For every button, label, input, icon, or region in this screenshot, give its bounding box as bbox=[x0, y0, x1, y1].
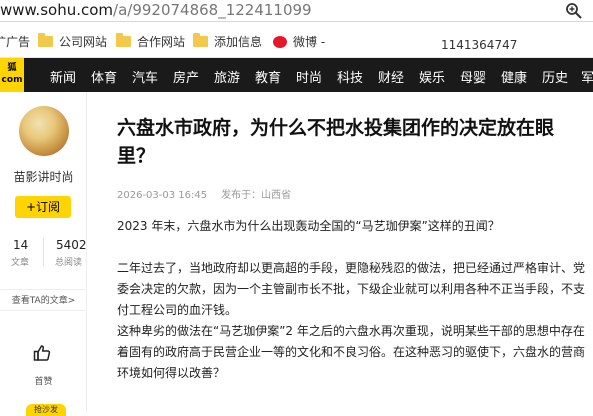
logo-text: 狐 com bbox=[1, 63, 23, 85]
nav-item-health[interactable]: 健康 bbox=[501, 67, 527, 86]
nav-item-tech[interactable]: 科技 bbox=[337, 67, 363, 86]
nav-item-baby[interactable]: 母婴 bbox=[460, 67, 486, 86]
comment-badge[interactable]: 抢沙发 bbox=[26, 404, 66, 416]
bookmark-item[interactable]: 扩广告 bbox=[0, 33, 30, 50]
publish-location: 发布于：山西省 bbox=[221, 190, 292, 201]
folder-icon bbox=[38, 33, 53, 47]
article-paragraph: 二年过去了，当地政府却以更高超的手段，更隐秘残忍的做法，把已经通过严格审计、党委… bbox=[117, 261, 586, 317]
nav-item-history[interactable]: 历史 bbox=[542, 67, 568, 86]
stat-divider bbox=[43, 238, 44, 266]
address-bar[interactable]: www.sohu.com/a/992074868_122411099 bbox=[0, 0, 593, 22]
author-avatar[interactable] bbox=[19, 106, 69, 156]
bookmark-number: 1141364747 bbox=[441, 38, 518, 52]
nav-item-news[interactable]: 新闻 bbox=[50, 67, 76, 86]
url-host: www.sohu.com bbox=[0, 1, 114, 19]
nav-item-fashion[interactable]: 时尚 bbox=[296, 67, 322, 86]
bookmark-label: 微博 - bbox=[293, 35, 326, 49]
bookmark-folder-company[interactable]: 公司网站 bbox=[38, 33, 107, 50]
nav-item-travel[interactable]: 旅游 bbox=[214, 67, 240, 86]
article-paragraph: 2023 年末，六盘水市为什么出现轰动全国的“马艺珈伊案”这样的丑闻？ bbox=[117, 219, 500, 233]
reads-count: 5402 bbox=[56, 238, 87, 252]
nav-item-education[interactable]: 教育 bbox=[255, 67, 281, 86]
author-panel: 苗影讲时尚 +订阅 14 文章 5402 总阅读 查看TA的文章> 首赞 抢沙发 bbox=[0, 92, 87, 416]
nav-item-house[interactable]: 房产 bbox=[173, 67, 199, 86]
folder-icon bbox=[193, 33, 208, 47]
bookmark-label: 合作网站 bbox=[137, 35, 186, 49]
nav-item-entertainment[interactable]: 娱乐 bbox=[419, 67, 445, 86]
url-path: /a/992074868_122411099 bbox=[113, 1, 312, 19]
folder-icon bbox=[116, 33, 131, 47]
channel-nav: 狐 com 新闻 体育 汽车 房产 旅游 教育 时尚 科技 财经 娱乐 母婴 健… bbox=[0, 58, 593, 92]
nav-item-sports[interactable]: 体育 bbox=[91, 67, 117, 86]
bookmark-label: 扩广告 bbox=[0, 35, 31, 49]
article-meta: 2026-03-03 16:45 发布于：山西省 bbox=[117, 186, 291, 201]
bookmark-label: 添加信息 bbox=[214, 35, 263, 49]
author-name[interactable]: 苗影讲时尚 bbox=[0, 168, 87, 185]
nav-item-auto[interactable]: 汽车 bbox=[132, 67, 158, 86]
publish-date: 2026-03-03 16:45 bbox=[117, 190, 208, 201]
reads-label: 总阅读 bbox=[55, 258, 83, 268]
bookmark-label: 公司网站 bbox=[59, 35, 108, 49]
thumbs-up-icon[interactable] bbox=[33, 344, 51, 362]
weibo-icon bbox=[273, 35, 287, 48]
like-label: 首赞 bbox=[34, 377, 53, 387]
article-title: 六盘水市政府，为什么不把水投集团作的决定放在眼里？ bbox=[117, 117, 555, 167]
articles-label: 文章 bbox=[11, 258, 30, 268]
nav-item-finance[interactable]: 财经 bbox=[378, 67, 404, 86]
articles-count: 14 bbox=[13, 238, 29, 252]
article-paragraph: 这种卑劣的做法在“马艺珈伊案”2 年之后的六盘水再次重现，说明某些干部的思想中存… bbox=[117, 324, 586, 380]
article: 六盘水市政府，为什么不把水投集团作的决定放在眼里？ 2026-03-03 16:… bbox=[117, 92, 593, 413]
zoom-icon[interactable] bbox=[565, 2, 583, 20]
sohu-logo[interactable]: 狐 com bbox=[0, 58, 24, 92]
subscribe-button[interactable]: +订阅 bbox=[15, 196, 71, 218]
view-author-articles-link[interactable]: 查看TA的文章> bbox=[0, 289, 87, 311]
bookmark-weibo[interactable]: 微博 - bbox=[273, 33, 325, 50]
bookmark-folder-partner[interactable]: 合作网站 bbox=[116, 33, 185, 50]
bookmarks-bar: 扩广告 公司网站 合作网站 添加信息 微博 - 1141364747 bbox=[0, 22, 593, 58]
bookmark-folder-add-info[interactable]: 添加信息 bbox=[193, 33, 262, 50]
nav-item-military[interactable]: 军 bbox=[581, 67, 593, 86]
url-text[interactable]: www.sohu.com/a/992074868_122411099 bbox=[0, 1, 312, 19]
